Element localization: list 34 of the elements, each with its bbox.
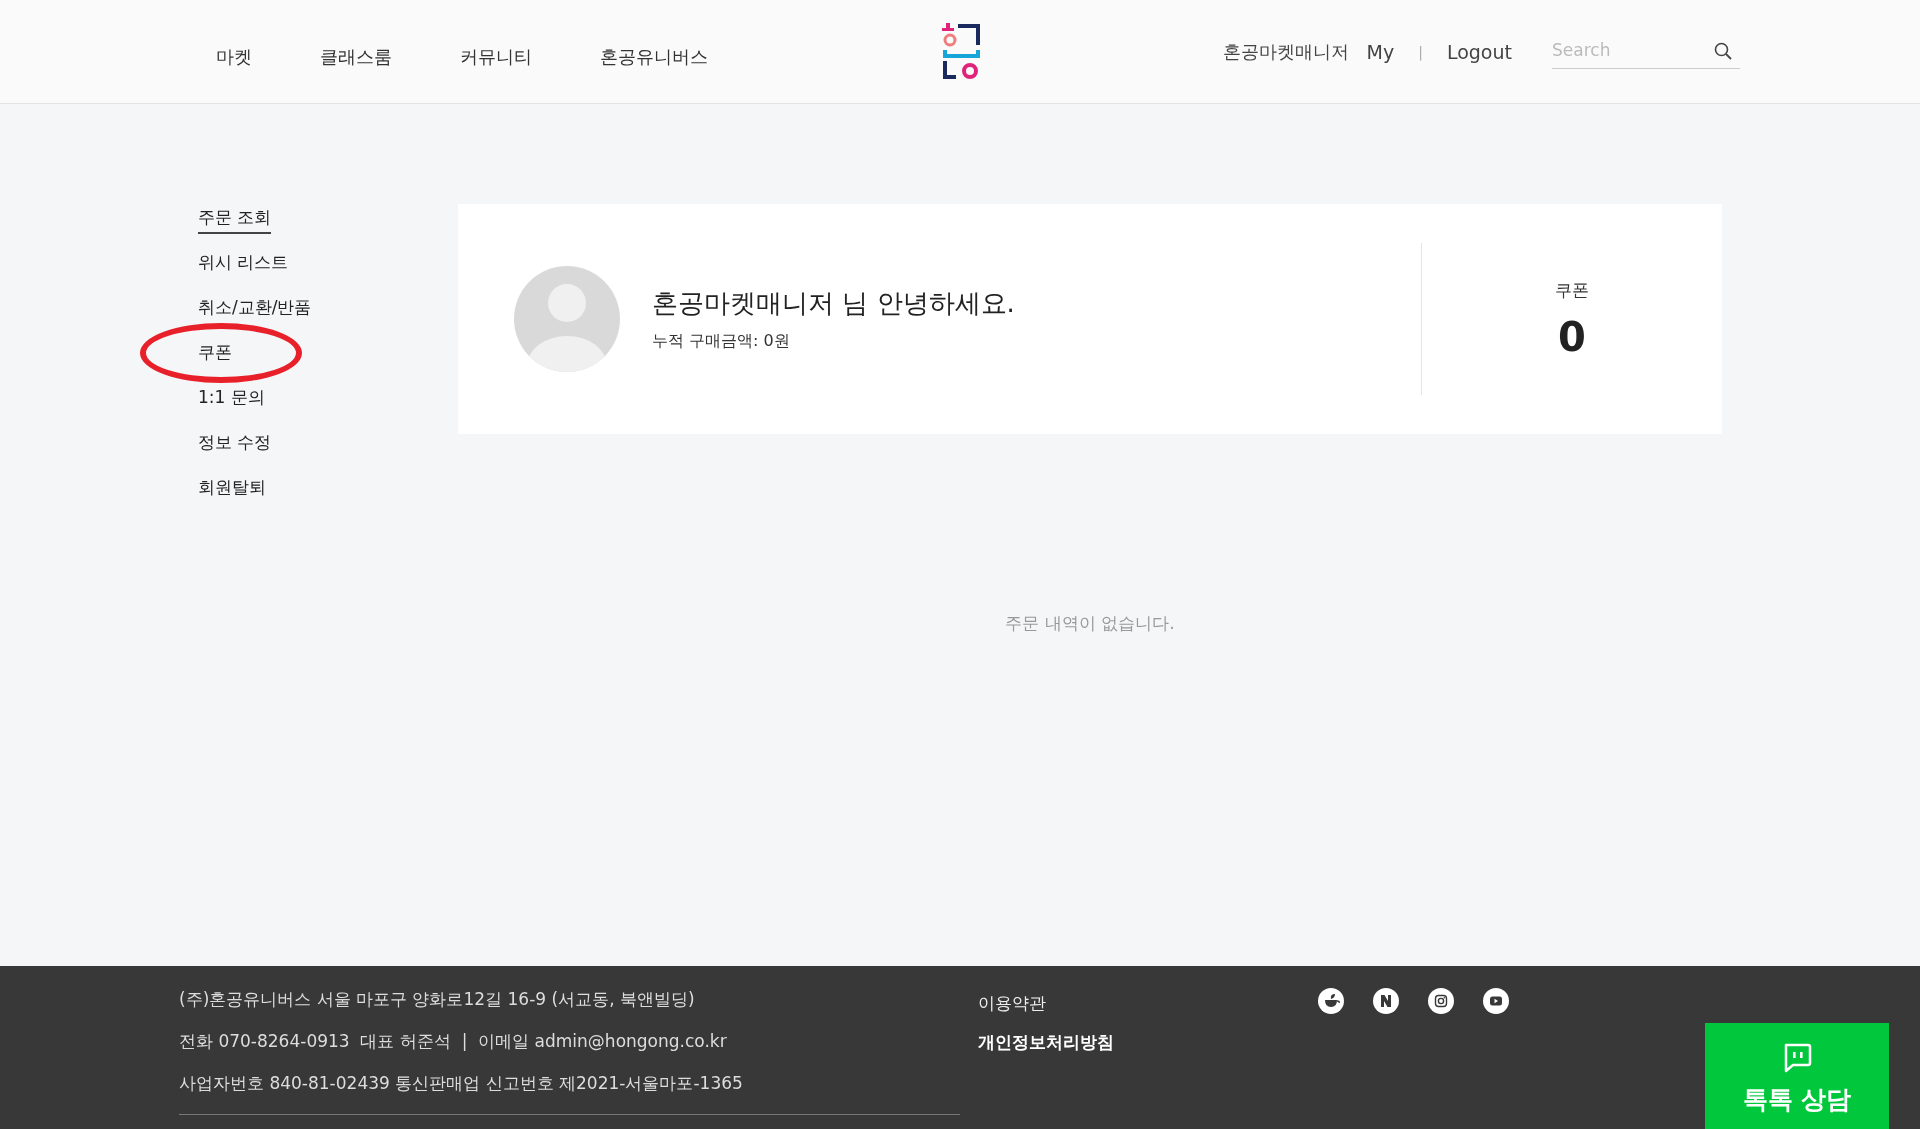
nav-link[interactable]: 커뮤니티 (426, 44, 566, 69)
cup-icon[interactable] (1318, 988, 1344, 1014)
sidebar-item[interactable]: 회원탈퇴 (198, 474, 266, 502)
sidebar-item[interactable]: 1:1 문의 (198, 384, 265, 412)
coupon-label: 쿠폰 (1555, 278, 1589, 302)
camera-icon[interactable] (1428, 988, 1454, 1014)
sidebar-item[interactable]: 정보 수정 (198, 429, 272, 457)
nav-link[interactable]: 혼공유니버스 (566, 44, 742, 69)
separator: | (1418, 43, 1423, 60)
sidebar-item[interactable]: 주문 조회 (198, 204, 272, 234)
empty-message: 주문 내역이 없습니다. (1004, 612, 1176, 635)
search-field[interactable]: Search (1552, 34, 1740, 69)
footer-link[interactable]: 개인정보처리방침 (978, 1031, 1114, 1054)
company-info: (주)혼공유니버스 서울 마포구 양화로12길 16-9 (서교동, 북앤빌딩) (179, 988, 696, 1010)
logout-link[interactable]: Logout (1446, 40, 1512, 63)
sidebar-item[interactable]: 위시 리스트 (198, 249, 289, 277)
footer-link[interactable]: 이용약관 (978, 992, 1046, 1015)
greeting-text: 혼공마켓매니저 님 안녕하세요. (652, 287, 1016, 320)
letter-n-icon[interactable] (1373, 988, 1399, 1014)
my-link[interactable]: My (1366, 40, 1395, 63)
purchase-total: 누적 구매금액: 0원 (652, 331, 791, 352)
user-name: 혼공마켓매니저 (1222, 39, 1349, 64)
chat-icon (1782, 1043, 1812, 1073)
nav-link[interactable]: 클래스룸 (286, 44, 426, 69)
sidebar-item[interactable]: 취소/교환/반품 (198, 294, 312, 322)
sidebar-item[interactable]: 쿠폰 (198, 339, 232, 367)
avatar-icon (514, 266, 620, 372)
nav-link[interactable]: 마켓 (200, 44, 286, 69)
coupon-count: 0 (1558, 313, 1586, 360)
company-info: 전화 070-8264-0913 대표 허준석 | 이메일 admin@hongong.co.kr (179, 1030, 728, 1052)
company-info: 사업자번호 840-81-02439 통신판매업 신고번호 제2021-서울마포-1365 (179, 1072, 744, 1094)
play-icon[interactable] (1483, 988, 1509, 1014)
search-icon[interactable] (1714, 42, 1732, 60)
logo-icon[interactable] (942, 22, 982, 81)
